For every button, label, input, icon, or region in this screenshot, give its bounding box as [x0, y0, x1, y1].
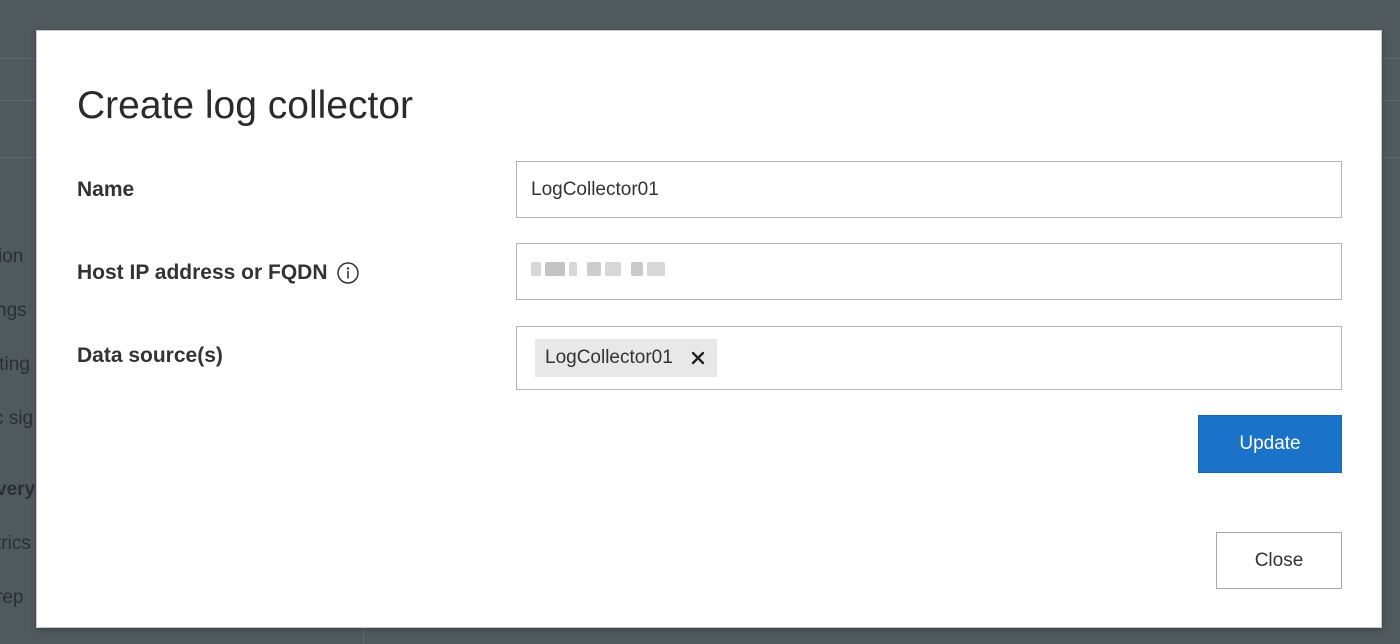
name-label-text: Name — [77, 178, 135, 201]
data-sources-label: Data source(s) — [77, 343, 223, 369]
background-sidebar-item: c sig — [0, 408, 34, 429]
background-sidebar-item: rep — [0, 587, 24, 608]
host-label-text: Host IP address or FQDN — [77, 261, 328, 284]
name-label: Name — [77, 177, 134, 203]
background-sidebar-item: trics — [0, 533, 31, 554]
background-sidebar-item: ngs — [0, 300, 27, 321]
background-sidebar: ion ngs tting c sig very trics rep — [0, 158, 36, 644]
data-sources-label-text: Data source(s) — [77, 344, 223, 367]
data-source-tag: LogCollector01 — [535, 339, 717, 377]
name-field[interactable] — [516, 161, 1342, 218]
create-log-collector-dialog: Create log collector Name Host IP addres… — [36, 30, 1382, 628]
info-icon[interactable] — [336, 261, 360, 285]
background-sidebar-heading: very — [0, 479, 36, 500]
data-sources-field[interactable]: LogCollector01 — [516, 326, 1342, 390]
redacted-host-value — [531, 262, 665, 276]
update-button[interactable]: Update — [1198, 415, 1342, 473]
close-button[interactable]: Close — [1216, 532, 1342, 589]
name-input[interactable] — [517, 162, 1341, 217]
dialog-title: Create log collector — [77, 84, 413, 127]
background-sidebar-item: ion — [0, 246, 24, 267]
background-sidebar-item: tting — [0, 354, 30, 375]
close-icon[interactable] — [691, 351, 705, 365]
background-divider — [363, 628, 364, 644]
host-label: Host IP address or FQDN — [77, 260, 360, 286]
host-field[interactable] — [516, 243, 1342, 300]
data-source-tag-label: LogCollector01 — [545, 347, 673, 368]
